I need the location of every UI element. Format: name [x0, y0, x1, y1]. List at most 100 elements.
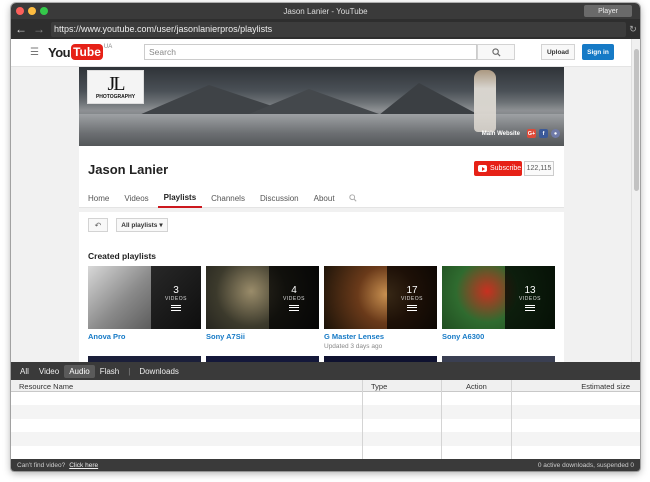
- website-globe-icon[interactable]: ●: [551, 129, 560, 138]
- minimize-window-icon[interactable]: [28, 7, 36, 15]
- videos-label: VIDEOS: [283, 295, 305, 302]
- upload-button[interactable]: Upload: [541, 44, 575, 60]
- sign-in-button[interactable]: Sign in: [582, 44, 614, 60]
- close-window-icon[interactable]: [16, 7, 24, 15]
- playlist-count-overlay: 3 VIDEOS: [151, 266, 201, 329]
- playlist-card[interactable]: 4 VIDEOS Sony A7Sii: [206, 266, 319, 341]
- reload-icon[interactable]: ↻: [626, 24, 640, 35]
- playlist-icon: [525, 304, 535, 311]
- youtube-page: ☰ You Tube UA Search Upload Sign in J​L …: [11, 39, 640, 362]
- table-row: [11, 392, 640, 405]
- back-icon[interactable]: ↶: [88, 218, 108, 232]
- playlist-count-overlay: 13 VIDEOS: [505, 266, 555, 329]
- cant-find-text: Can't find video?: [17, 461, 66, 469]
- dropdown-arrow-icon: ▾: [159, 222, 163, 229]
- column-divider: [441, 380, 442, 459]
- google-plus-icon[interactable]: G+: [527, 129, 536, 138]
- channel-tabs: Home Videos Playlists Channels Discussio…: [79, 188, 564, 208]
- logo-you: You: [48, 45, 71, 60]
- search-button[interactable]: [477, 44, 515, 60]
- column-estimated-size[interactable]: Estimated size: [581, 380, 630, 392]
- playlist-card[interactable]: 13 VIDEOS Sony A6300: [442, 266, 555, 341]
- country-code: UA: [103, 44, 113, 50]
- search-icon: [491, 47, 501, 57]
- subscribe-button[interactable]: Subscribe: [474, 161, 522, 176]
- maximize-window-icon[interactable]: [40, 7, 48, 15]
- playlist-icon: [289, 304, 299, 311]
- playlist-thumbnail[interactable]: 13 VIDEOS: [442, 266, 555, 329]
- column-divider: [362, 380, 363, 459]
- download-status: 0 active downloads, suspended 0: [537, 461, 634, 469]
- video-count: 3: [173, 284, 179, 296]
- url-bar: ← → https://www.youtube.com/user/jasonla…: [11, 19, 640, 39]
- subscribe-label: Subscribe: [490, 165, 522, 172]
- browser-window: Jason Lanier - YouTube Player ← → https:…: [11, 3, 640, 471]
- video-count: 17: [406, 284, 418, 296]
- playlist-thumbnail[interactable]: 4 VIDEOS: [206, 266, 319, 329]
- channel-search-icon[interactable]: [348, 188, 357, 207]
- playlist-title[interactable]: Anova Pro: [88, 332, 201, 341]
- column-resource-name[interactable]: Resource Name: [19, 380, 73, 392]
- section-title: Created playlists: [88, 251, 157, 261]
- playlist-count-overlay: 17 VIDEOS: [387, 266, 437, 329]
- title-bar: Jason Lanier - YouTube Player: [11, 3, 640, 19]
- toolbar-divider: |: [128, 366, 131, 376]
- playlist-card[interactable]: 17 VIDEOS G Master Lenses Updated 3 days…: [324, 266, 437, 350]
- menu-icon[interactable]: ☰: [30, 47, 39, 58]
- column-action[interactable]: Action: [466, 380, 487, 392]
- click-here-link[interactable]: Click here: [69, 462, 98, 469]
- scrollbar-thumb[interactable]: [634, 49, 639, 191]
- filter-flash[interactable]: Flash: [95, 365, 125, 378]
- playlist-title[interactable]: Sony A7Sii: [206, 332, 319, 341]
- download-toolbar: All Video Audio Flash | Downloads: [11, 362, 640, 380]
- downloads-button[interactable]: Downloads: [134, 365, 184, 378]
- videos-label: VIDEOS: [401, 295, 423, 302]
- address-field[interactable]: https://www.youtube.com/user/jasonlanier…: [51, 21, 626, 37]
- banner-links: Main Website G+ f ●: [482, 129, 560, 138]
- table-row: [11, 432, 640, 446]
- playlist-title[interactable]: G Master Lenses: [324, 332, 437, 341]
- forward-arrow-icon[interactable]: →: [31, 22, 47, 36]
- youtube-play-icon: [478, 165, 487, 172]
- playlist-title[interactable]: Sony A6300: [442, 332, 555, 341]
- filter-all[interactable]: All: [15, 365, 34, 378]
- filter-video[interactable]: Video: [34, 365, 64, 378]
- column-type[interactable]: Type: [371, 380, 387, 392]
- tab-channels[interactable]: Channels: [205, 188, 251, 208]
- playlist-updated: Updated 3 days ago: [324, 343, 383, 350]
- tab-playlists[interactable]: Playlists: [157, 188, 203, 208]
- search-input[interactable]: Search: [144, 44, 477, 60]
- filter-label: All playlists: [121, 221, 158, 229]
- playlist-thumbnail[interactable]: 3 VIDEOS: [88, 266, 201, 329]
- back-arrow-icon[interactable]: ←: [13, 22, 29, 36]
- filter-audio[interactable]: Audio: [64, 364, 95, 378]
- playlist-count-overlay: 4 VIDEOS: [269, 266, 319, 329]
- playlist-thumbnail[interactable]: 17 VIDEOS: [324, 266, 437, 329]
- playlist-card[interactable]: 3 VIDEOS Anova Pro: [88, 266, 201, 341]
- banner-model-figure: [474, 70, 496, 132]
- player-button[interactable]: Player: [584, 5, 632, 17]
- resource-table-header: Resource Name Type Action Estimated size: [11, 380, 640, 392]
- tab-about[interactable]: About: [308, 188, 341, 208]
- playlist-filter-dropdown[interactable]: All playlists ▾: [116, 218, 168, 232]
- video-count: 4: [291, 284, 297, 296]
- tab-videos[interactable]: Videos: [118, 188, 154, 208]
- youtube-logo[interactable]: You Tube UA: [48, 44, 112, 61]
- column-divider: [511, 380, 512, 459]
- main-website-link[interactable]: Main Website: [482, 131, 520, 137]
- table-row: [11, 419, 640, 432]
- logo-tube: Tube: [71, 44, 103, 60]
- tab-discussion[interactable]: Discussion: [254, 188, 305, 208]
- window-controls: [16, 7, 48, 15]
- logo-monogram: J​L: [107, 73, 126, 95]
- facebook-icon[interactable]: f: [539, 129, 548, 138]
- logo-text: PHOTOGRAPHY: [95, 94, 136, 100]
- youtube-header: ☰ You Tube UA Search Upload Sign in: [11, 39, 631, 67]
- resource-table-body: [11, 392, 640, 459]
- status-bar: Can't find video? Click here 0 active do…: [11, 459, 640, 471]
- channel-avatar[interactable]: J​L PHOTOGRAPHY: [87, 70, 144, 104]
- channel-name: Jason Lanier: [88, 162, 169, 177]
- download-panel: All Video Audio Flash | Downloads Resour…: [11, 362, 640, 471]
- tab-home[interactable]: Home: [82, 188, 115, 208]
- page-scrollbar[interactable]: [631, 39, 640, 362]
